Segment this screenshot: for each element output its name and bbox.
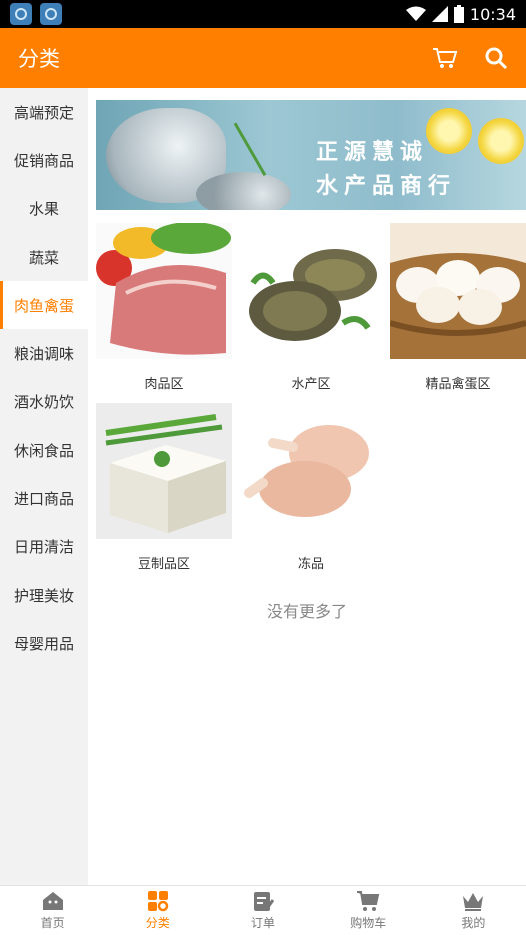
meat-thumbnail <box>96 223 232 359</box>
tab-category[interactable]: 分类 <box>105 886 210 935</box>
eggs-thumbnail <box>390 223 526 359</box>
sidebar-item-promotions[interactable]: 促销商品 <box>0 136 88 184</box>
tab-label: 分类 <box>145 916 170 930</box>
tab-home[interactable]: 首页 <box>0 886 105 935</box>
cart-icon <box>357 891 380 911</box>
sidebar-item-imported[interactable]: 进口商品 <box>0 474 88 522</box>
subcategory-frozen[interactable]: 冻品 <box>243 403 379 572</box>
sidebar-item-snacks[interactable]: 休闲食品 <box>0 426 88 474</box>
tab-label: 购物车 <box>350 916 387 930</box>
bottom-tab-bar: 首页 分类 订单 购物车 我的 <box>0 885 526 935</box>
sidebar-item-vegetables[interactable]: 蔬菜 <box>0 233 88 281</box>
tofu-thumbnail <box>96 403 232 539</box>
tab-cart[interactable]: 购物车 <box>316 886 421 935</box>
subcategory-label: 水产区 <box>291 377 331 392</box>
subcategory-eggs[interactable]: 精品禽蛋区 <box>390 223 526 392</box>
subcategory-label: 肉品区 <box>144 377 184 392</box>
subcategory-seafood[interactable]: 水产区 <box>243 223 379 392</box>
top-bar: 分类 <box>0 28 526 88</box>
sidebar-item-grain-oil-seasoning[interactable]: 粮油调味 <box>0 329 88 377</box>
lemon-illustration <box>478 118 524 164</box>
cart-icon[interactable] <box>432 46 458 70</box>
signal-icon <box>431 6 448 22</box>
herb-illustration <box>233 104 299 176</box>
tab-orders[interactable]: 订单 <box>210 886 315 935</box>
sidebar-item-meat-fish-poultry-eggs[interactable]: 肉鱼禽蛋 <box>0 281 88 330</box>
subcategory-label: 精品禽蛋区 <box>425 377 491 392</box>
status-time: 10:34 <box>469 4 516 24</box>
tab-label: 订单 <box>251 916 276 930</box>
battery-icon <box>453 5 464 23</box>
lemon-illustration <box>426 108 472 154</box>
sidebar-item-mother-baby[interactable]: 母婴用品 <box>0 619 88 667</box>
app-notification-icon <box>10 3 32 25</box>
category-grid-icon <box>147 891 169 912</box>
sidebar-item-care-beauty[interactable]: 护理美妆 <box>0 571 88 619</box>
promo-banner[interactable]: 正源慧诚 水产品商行 <box>96 100 526 210</box>
sidebar-item-fruit[interactable]: 水果 <box>0 185 88 233</box>
app-notification-icon <box>40 3 62 25</box>
tab-label: 首页 <box>40 916 65 930</box>
category-content: 正源慧诚 水产品商行 肉品区 水产区 精品禽蛋区 豆制品区 冻品 没有更多了 <box>88 88 526 885</box>
banner-line-1: 正源慧诚 <box>316 140 429 165</box>
category-sidebar: 高端预定 促销商品 水果 蔬菜 肉鱼禽蛋 粮油调味 酒水奶饮 休闲食品 进口商品… <box>0 88 88 885</box>
subcategory-label: 豆制品区 <box>137 557 190 572</box>
chicken-drumstick-thumbnail <box>243 403 379 539</box>
wifi-icon <box>405 6 426 21</box>
no-more-text: 没有更多了 <box>266 602 347 621</box>
sidebar-item-high-end-reservation[interactable]: 高端预定 <box>0 88 88 136</box>
subcategory-label: 冻品 <box>297 557 324 572</box>
tab-mine[interactable]: 我的 <box>421 886 526 935</box>
banner-line-2: 水产品商行 <box>316 174 457 199</box>
home-icon <box>42 892 63 910</box>
fish-illustration <box>196 172 291 210</box>
sidebar-item-drinks-milk[interactable]: 酒水奶饮 <box>0 378 88 426</box>
search-icon[interactable] <box>484 46 508 70</box>
abalone-thumbnail <box>243 223 379 359</box>
page-title: 分类 <box>18 47 60 71</box>
tab-label: 我的 <box>461 916 486 930</box>
crown-icon <box>463 893 484 911</box>
subcategory-tofu[interactable]: 豆制品区 <box>96 403 232 572</box>
status-bar: 10:34 <box>0 0 526 28</box>
sidebar-item-household-cleaning[interactable]: 日用清洁 <box>0 523 88 571</box>
subcategory-meat[interactable]: 肉品区 <box>96 223 232 392</box>
order-icon <box>254 892 274 911</box>
